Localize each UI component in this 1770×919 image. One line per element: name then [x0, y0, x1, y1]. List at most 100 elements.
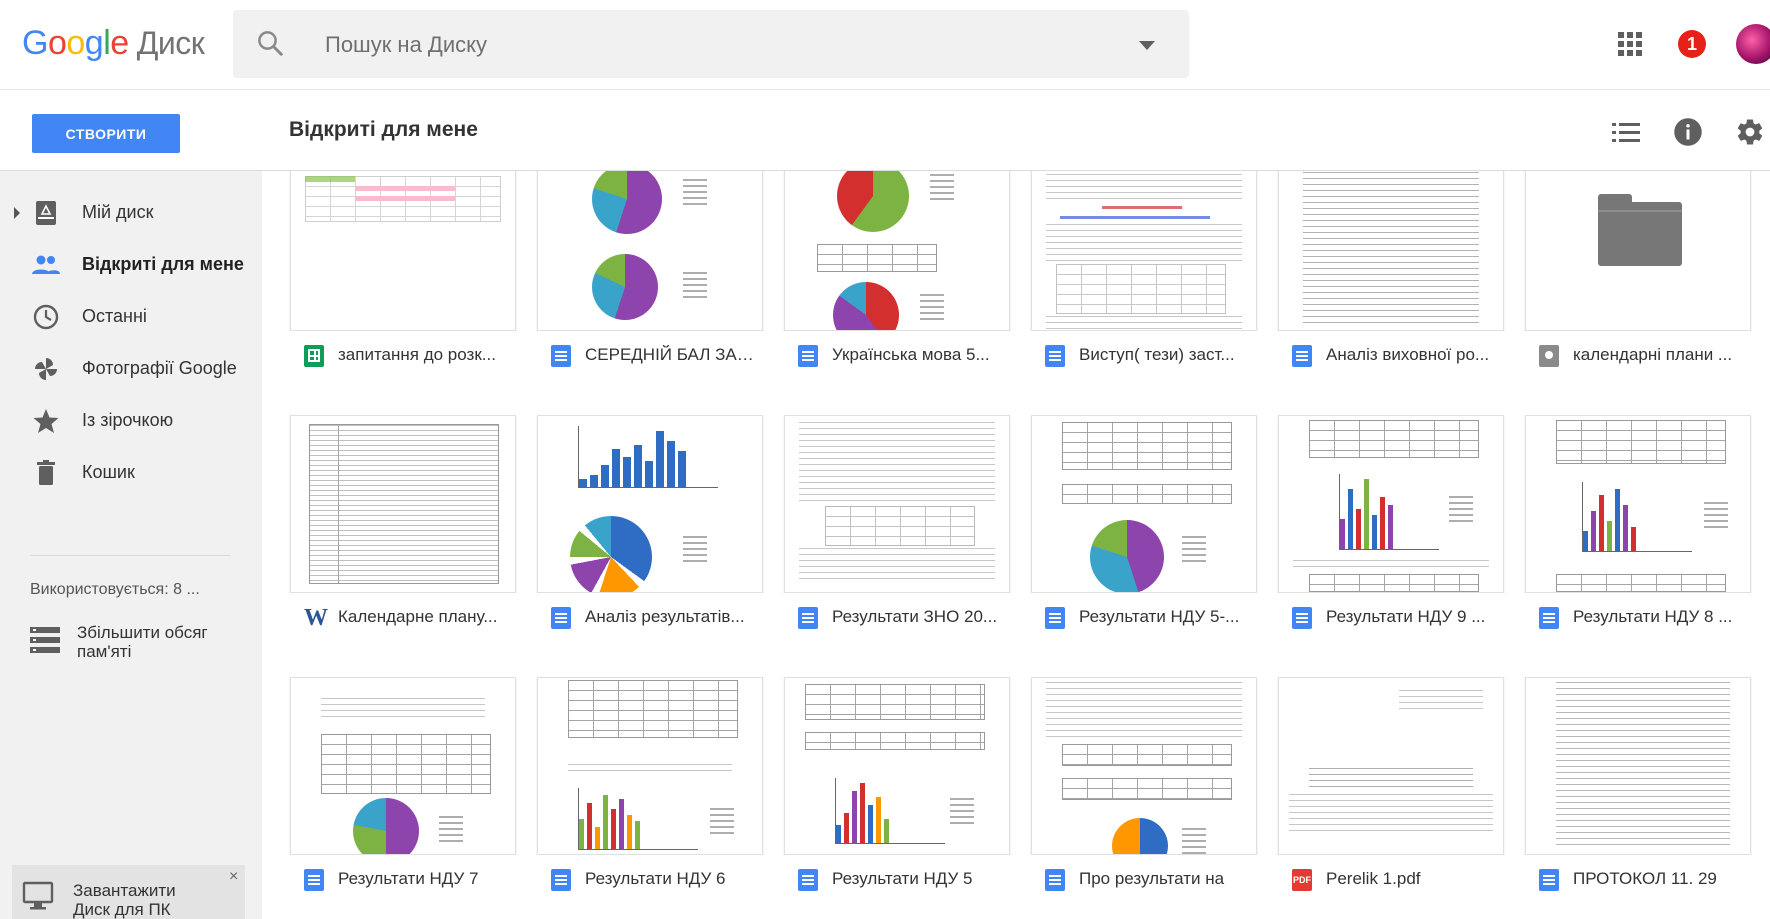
expand-arrow-icon[interactable] — [14, 207, 20, 219]
sidebar-divider — [30, 555, 230, 556]
file-caption[interactable]: Українська мова 5... — [784, 331, 1010, 373]
create-button[interactable]: СТВОРИТИ — [32, 114, 180, 153]
storage-icon — [30, 627, 60, 653]
file-card[interactable]: Результати НДУ 9 ... — [1278, 415, 1504, 635]
search-icon[interactable] — [255, 28, 285, 58]
file-caption[interactable]: Результати НДУ 7 — [290, 855, 516, 897]
file-thumbnail[interactable] — [1031, 171, 1257, 331]
google-drive-logo[interactable]: Google Диск — [22, 24, 205, 63]
file-thumbnail[interactable] — [537, 415, 763, 593]
file-thumbnail[interactable] — [290, 415, 516, 593]
sidebar-item-label: Кошик — [82, 462, 135, 482]
file-card[interactable]: W Календарне плану... — [290, 415, 516, 635]
file-name: ПРОТОКОЛ 11. 29 — [1573, 869, 1717, 888]
file-thumbnail[interactable] — [1525, 171, 1751, 331]
file-thumbnail[interactable] — [1031, 677, 1257, 855]
file-thumbnail[interactable] — [1278, 171, 1504, 331]
close-icon[interactable]: × — [229, 868, 238, 886]
file-card[interactable]: Українська мова 5... — [784, 171, 1010, 373]
file-caption[interactable]: Результати НДУ 6 — [537, 855, 763, 897]
file-name: Результати НДУ 7 — [338, 869, 479, 888]
file-name: Українська мова 5... — [832, 345, 990, 364]
file-caption[interactable]: Аналіз результатів... — [537, 593, 763, 635]
search-input[interactable] — [325, 28, 1085, 62]
file-thumbnail[interactable] — [1525, 677, 1751, 855]
file-card[interactable]: календарні плани ... — [1525, 171, 1751, 373]
file-card[interactable]: ПРОТОКОЛ 11. 29 — [1525, 677, 1751, 897]
file-name: Про результати на — [1079, 869, 1225, 888]
file-name: Результати НДУ 8 ... — [1573, 607, 1733, 626]
file-card[interactable]: Результати НДУ 5-... — [1031, 415, 1257, 635]
list-view-icon[interactable] — [1612, 122, 1640, 144]
star-icon — [33, 409, 59, 433]
file-caption[interactable]: запитання до розк... — [290, 331, 516, 373]
file-thumbnail[interactable] — [290, 171, 516, 331]
sidebar-item-recent[interactable]: Останні — [0, 291, 262, 343]
file-card[interactable]: Результати ЗНО 20... — [784, 415, 1010, 635]
file-thumbnail[interactable] — [537, 171, 763, 331]
file-card[interactable]: Про результати на — [1031, 677, 1257, 897]
sidebar-item-label: Відкриті для мене — [82, 254, 244, 274]
file-name: запитання до розк... — [338, 345, 496, 364]
file-name: СЕРЕДНІЙ БАЛ ЗА ... — [585, 345, 755, 364]
file-caption[interactable]: Результати НДУ 8 ... — [1525, 593, 1751, 635]
sidebar-item-trash[interactable]: Кошик — [0, 447, 262, 499]
file-caption[interactable]: PDF Perelik 1.pdf — [1278, 855, 1504, 897]
file-caption[interactable]: Результати ЗНО 20... — [784, 593, 1010, 635]
file-thumbnail[interactable] — [1278, 415, 1504, 593]
search-bar[interactable] — [233, 10, 1189, 78]
storage-usage-text[interactable]: Використовується: 8 ... — [30, 581, 200, 599]
photos-pinwheel-icon — [35, 358, 57, 380]
file-card[interactable]: Виступ( тези) заст... — [1031, 171, 1257, 373]
page-title: Відкриті для мене — [289, 118, 478, 141]
file-name: Результати НДУ 5 — [832, 869, 973, 888]
file-caption[interactable]: Результати НДУ 5-... — [1031, 593, 1257, 635]
file-card[interactable]: СЕРЕДНІЙ БАЛ ЗА ... — [537, 171, 763, 373]
file-caption[interactable]: Результати НДУ 9 ... — [1278, 593, 1504, 635]
file-caption[interactable]: СЕРЕДНІЙ БАЛ ЗА ... — [537, 331, 763, 373]
sidebar-item-my-drive[interactable]: Мій диск — [0, 187, 262, 239]
docs-file-icon — [1539, 869, 1559, 891]
file-card[interactable]: Аналіз виховної ро... — [1278, 171, 1504, 373]
file-card[interactable]: Результати НДУ 7 — [290, 677, 516, 897]
sidebar-item-google-photos[interactable]: Фотографії Google — [0, 343, 262, 395]
sidebar-item-shared-with-me[interactable]: Відкриті для мене — [0, 239, 262, 291]
file-thumbnail[interactable] — [1031, 415, 1257, 593]
computer-icon — [22, 881, 54, 910]
pdf-file-icon: PDF — [1292, 869, 1312, 891]
file-caption[interactable]: календарні плани ... — [1525, 331, 1751, 373]
info-icon[interactable] — [1673, 117, 1703, 147]
file-grid: запитання до розк... СЕРЕДНІЙ БАЛ ЗА ... — [262, 171, 1770, 919]
file-thumbnail[interactable] — [784, 171, 1010, 331]
file-caption[interactable]: Про результати на — [1031, 855, 1257, 897]
file-name: Аналіз результатів... — [585, 607, 745, 626]
file-thumbnail[interactable] — [784, 415, 1010, 593]
file-card[interactable]: запитання до розк... — [290, 171, 516, 373]
apps-grid-icon[interactable] — [1618, 32, 1642, 56]
notification-icon[interactable]: 1 — [1678, 30, 1706, 58]
file-thumbnail[interactable] — [537, 677, 763, 855]
download-drive-banner[interactable]: Завантажити Диск для ПК × — [12, 865, 245, 919]
file-card[interactable]: PDF Perelik 1.pdf — [1278, 677, 1504, 897]
file-card[interactable]: Аналіз результатів... — [537, 415, 763, 635]
upgrade-storage-link[interactable]: Збільшити обсяг пам'яті — [30, 623, 250, 663]
avatar[interactable] — [1736, 24, 1770, 64]
sidebar-item-starred[interactable]: Із зірочкою — [0, 395, 262, 447]
file-caption[interactable]: ПРОТОКОЛ 11. 29 — [1525, 855, 1751, 897]
settings-gear-icon[interactable] — [1735, 117, 1765, 147]
file-thumbnail[interactable] — [1278, 677, 1504, 855]
file-card[interactable]: Результати НДУ 6 — [537, 677, 763, 897]
file-caption[interactable]: Виступ( тези) заст... — [1031, 331, 1257, 373]
sidebar-item-label: Останні — [82, 306, 147, 326]
file-name: Календарне плану... — [338, 607, 498, 626]
file-thumbnail[interactable] — [1525, 415, 1751, 593]
caret-down-icon[interactable] — [1139, 41, 1155, 50]
file-thumbnail[interactable] — [784, 677, 1010, 855]
file-thumbnail[interactable] — [290, 677, 516, 855]
file-caption[interactable]: Результати НДУ 5 — [784, 855, 1010, 897]
file-card[interactable]: Результати НДУ 8 ... — [1525, 415, 1751, 635]
file-caption[interactable]: W Календарне плану... — [290, 593, 516, 635]
file-name: Аналіз виховної ро... — [1326, 345, 1490, 364]
file-card[interactable]: Результати НДУ 5 — [784, 677, 1010, 897]
file-caption[interactable]: Аналіз виховної ро... — [1278, 331, 1504, 373]
